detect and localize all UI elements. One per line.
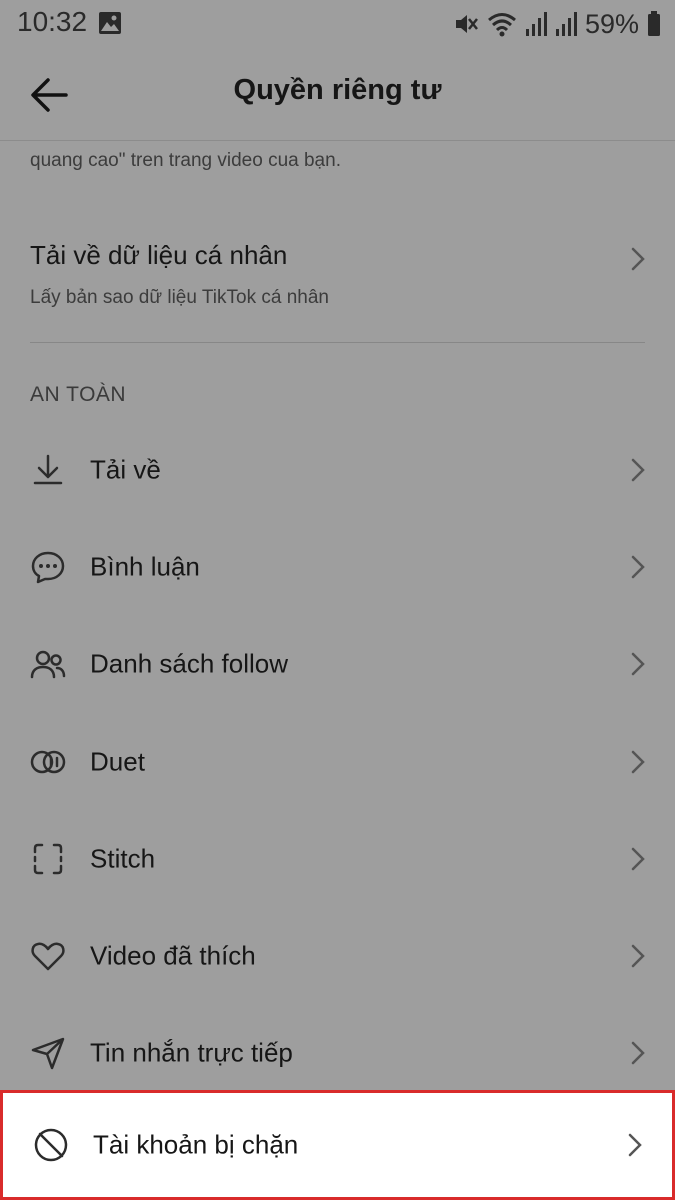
- chevron-right-icon: [631, 1041, 645, 1065]
- battery-percent: 59%: [584, 8, 639, 39]
- section-header-safety: AN TOÀN: [30, 383, 127, 406]
- menu-item-stitch[interactable]: Stitch: [0, 811, 675, 907]
- menu-item-blocked-accounts[interactable]: Tài khoản bị chặn: [0, 1090, 675, 1200]
- menu-item-liked-videos[interactable]: Video đã thích: [0, 908, 675, 1004]
- clipped-description: quang cao" tren trang video cua bạn.: [30, 150, 341, 171]
- status-time: 10:32: [17, 6, 88, 37]
- page-title: Quyền riêng tư: [233, 74, 442, 106]
- chevron-right-icon: [631, 555, 645, 579]
- chevron-right-icon: [631, 847, 645, 871]
- stitch-icon: [33, 843, 63, 875]
- chevron-right-icon: [631, 458, 645, 482]
- battery-icon: [648, 11, 660, 36]
- blocked-icon: [34, 1128, 68, 1162]
- menu-item-label: Tải về: [90, 454, 161, 485]
- signal-icon-2: [555, 12, 577, 36]
- download-data-subtitle: Lấy bản sao dữ liệu TikTok cá nhân: [30, 287, 329, 308]
- menu-item-label: Danh sách follow: [90, 648, 288, 679]
- status-bar: 10:32 59%: [0, 0, 675, 48]
- menu-item-comments[interactable]: Bình luận: [0, 519, 675, 615]
- menu-item-label: Stitch: [90, 843, 156, 874]
- duet-icon: [30, 750, 66, 774]
- wifi-icon: [487, 13, 516, 37]
- divider: [30, 342, 645, 343]
- chevron-right-icon: [631, 750, 645, 774]
- chevron-right-icon: [631, 944, 645, 968]
- menu-item-label: Duet: [90, 746, 145, 777]
- menu-item-label: Tin nhắn trực tiếp: [90, 1037, 293, 1068]
- people-icon: [30, 650, 66, 679]
- download-data-row[interactable]: Tải về dữ liệu cá nhân Lấy bản sao dữ li…: [0, 220, 675, 320]
- menu-item-download[interactable]: Tải về: [0, 422, 675, 518]
- menu-item-label: Tài khoản bị chặn: [93, 1129, 299, 1160]
- comment-icon: [31, 551, 65, 584]
- download-data-title: Tải về dữ liệu cá nhân: [30, 240, 288, 270]
- menu-item-follow-list[interactable]: Danh sách follow: [0, 616, 675, 712]
- menu-item-label: Bình luận: [90, 551, 200, 582]
- chevron-right-icon: [631, 652, 645, 676]
- gallery-icon: [99, 12, 121, 34]
- chevron-right-icon: [628, 1133, 642, 1157]
- menu-item-direct-messages[interactable]: Tin nhắn trực tiếp: [0, 1005, 675, 1101]
- menu-item-label: Video đã thích: [90, 940, 256, 971]
- send-icon: [31, 1037, 65, 1070]
- mute-icon: [455, 15, 478, 33]
- status-icons: 59%: [453, 6, 661, 42]
- menu-item-duet[interactable]: Duet: [0, 714, 675, 810]
- heart-icon: [31, 942, 65, 971]
- chevron-right-icon: [631, 247, 645, 271]
- header: Quyền riêng tư: [0, 48, 675, 141]
- download-icon: [33, 454, 63, 485]
- signal-icon-1: [525, 12, 547, 36]
